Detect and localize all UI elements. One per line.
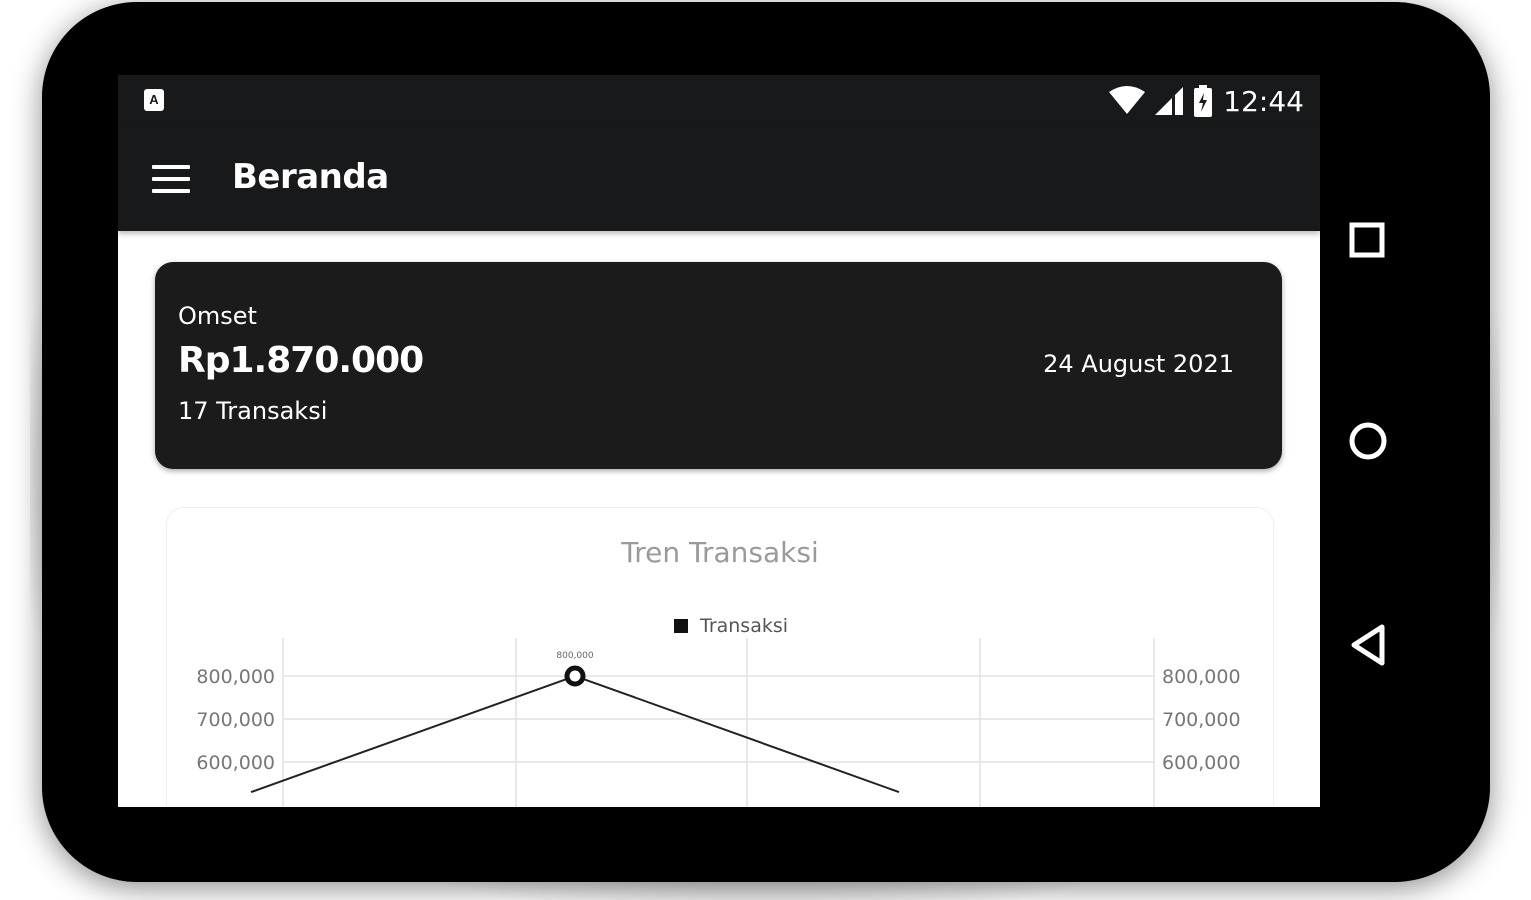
status-bar: A 12:44 xyxy=(118,75,1320,127)
system-nav-bar xyxy=(1320,75,1416,807)
app-notification-icon: A xyxy=(144,89,164,111)
back-triangle-icon[interactable] xyxy=(1348,623,1392,667)
series-line-transaksi xyxy=(250,674,900,794)
y-tick-label: 800,000 xyxy=(1162,666,1241,688)
omset-label: Omset xyxy=(178,302,257,330)
omset-amount: Rp1.870.000 xyxy=(178,340,424,381)
legend-swatch xyxy=(674,619,688,633)
home-circle-icon[interactable] xyxy=(1348,421,1392,465)
chart-legend: Transaksi xyxy=(674,615,788,637)
omset-summary-card[interactable]: Omset Rp1.870.000 24 August 2021 17 Tran… xyxy=(155,262,1282,469)
y-tick-label: 600,000 xyxy=(196,752,275,774)
transaction-count: 17 Transaksi xyxy=(178,397,328,425)
y-tick-label: 800,000 xyxy=(196,666,275,688)
data-point-label: 800,000 xyxy=(556,651,593,661)
transaction-trend-chart: 800,000 700,000 600,000 800,000 700,000 600,… xyxy=(196,615,1241,807)
cell-signal-icon xyxy=(1155,87,1184,115)
page-title: Beranda xyxy=(232,157,389,197)
omset-date: 24 August 2021 xyxy=(1043,350,1234,378)
app-screen: A 12:44 Beranda Omset Rp1.870.000 24 Aug… xyxy=(118,75,1320,807)
transaction-trend-chart-card: Tren Transaksi 800,000 700,000 600,000 800… xyxy=(166,507,1274,807)
wifi-icon xyxy=(1109,86,1146,114)
battery-charging-icon xyxy=(1194,85,1213,117)
status-icons: 12:44 xyxy=(1109,83,1304,119)
y-tick-label: 600,000 xyxy=(1162,752,1241,774)
recents-square-icon[interactable] xyxy=(1348,221,1388,261)
data-point[interactable] xyxy=(564,665,586,687)
hamburger-menu-icon[interactable] xyxy=(152,165,190,193)
y-tick-label: 700,000 xyxy=(1162,709,1241,731)
legend-label: Transaksi xyxy=(699,615,788,637)
status-clock: 12:44 xyxy=(1223,84,1304,118)
y-tick-label: 700,000 xyxy=(196,709,275,731)
app-bar: Beranda xyxy=(118,127,1320,231)
